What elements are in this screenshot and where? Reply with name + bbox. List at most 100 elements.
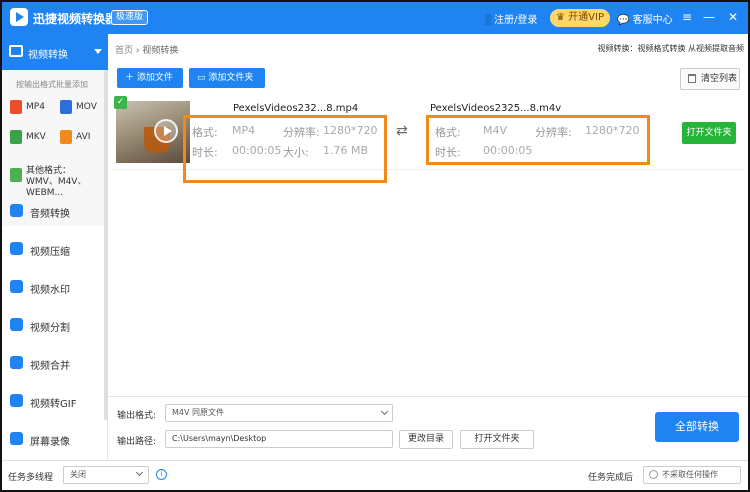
vip-button[interactable]: ♛ 开通VIP — [550, 9, 610, 27]
close-button[interactable]: ✕ — [726, 9, 740, 25]
target-info-box: 格式: M4V 分辨率: 1280*720 时长: 00:00:05 — [426, 115, 650, 165]
audio-icon — [10, 204, 23, 217]
convert-all-button[interactable]: 全部转换 — [655, 412, 739, 442]
avi-file-icon — [60, 130, 72, 144]
sidebar-item-audio-convert[interactable]: 音频转换 — [2, 196, 104, 226]
add-file-label: 添加文件 — [136, 73, 173, 83]
video-convert-icon — [9, 45, 23, 57]
plus-icon: ＋ — [125, 73, 137, 83]
format-label: AVI — [76, 132, 91, 142]
sidebar-item-label: 视频合并 — [30, 361, 70, 372]
clear-list-button[interactable]: 清空列表 — [680, 68, 740, 90]
crown-icon: ♛ — [556, 12, 569, 23]
menu-icon[interactable]: ≡ — [680, 9, 694, 25]
app-logo-icon — [10, 8, 28, 26]
chevron-down-icon — [135, 468, 144, 477]
duration-value: 00:00:05 — [232, 144, 282, 157]
after-task-select[interactable]: 不采取任何操作 — [643, 466, 741, 484]
record-icon — [10, 432, 23, 445]
open-output-folder-button[interactable]: 打开文件夹 — [460, 430, 534, 449]
sidebar-item-merge[interactable]: 视频合并 — [2, 348, 104, 378]
format-label: MKV — [26, 132, 46, 142]
output-settings: 输出格式: M4V 同原文件 输出路径: C:\Users\mayn\Deskt… — [109, 396, 748, 460]
user-icon: 👤 — [482, 15, 495, 26]
service-label: 客服中心 — [632, 15, 673, 26]
thread-value: 关闭 — [70, 470, 86, 479]
output-path-label: 输出路径: — [117, 437, 157, 447]
edition-badge: 极速版 — [111, 10, 149, 25]
output-format-value: M4V 同原文件 — [172, 408, 225, 417]
sidebar-item-label: 音频转换 — [30, 209, 70, 220]
add-folder-button[interactable]: ▭ 添加文件夹 — [189, 68, 265, 88]
mp4-file-icon — [10, 100, 22, 114]
duration-value: 00:00:05 — [483, 144, 533, 157]
mov-file-icon — [60, 100, 72, 114]
split-icon — [10, 318, 23, 331]
gif-icon — [10, 394, 23, 407]
video-thumbnail[interactable] — [116, 101, 190, 163]
breadcrumb-current: 视频转换 — [142, 46, 179, 56]
format-label: MP4 — [26, 102, 45, 112]
sidebar-scrollbar[interactable] — [104, 70, 108, 420]
sidebar-item-split[interactable]: 视频分割 — [2, 310, 104, 340]
format-value: MP4 — [232, 124, 256, 137]
login-label: 注册/登录 — [494, 15, 538, 26]
format-value: M4V — [483, 124, 508, 137]
login-link[interactable]: 👤注册/登录 — [482, 11, 537, 26]
trash-icon — [688, 74, 696, 83]
minimize-button[interactable]: — — [702, 9, 716, 25]
other-file-icon — [10, 168, 22, 182]
chevron-down-icon — [380, 407, 389, 416]
sidebar-item-record[interactable]: 屏幕录像 — [2, 424, 104, 454]
convert-arrow-icon: ⇄ — [396, 123, 408, 139]
source-info-box: 格式: MP4 分辨率: 1280*720 时长: 00:00:05 大小: 1… — [183, 115, 387, 183]
folder-icon: ▭ — [197, 73, 209, 83]
change-directory-button[interactable]: 更改目录 — [399, 430, 453, 449]
vip-label: 开通VIP — [568, 12, 604, 23]
resolution-label: 分辨率: — [283, 126, 320, 139]
sidebar-item-label: 屏幕录像 — [30, 437, 70, 448]
output-format-select[interactable]: M4V 同原文件 — [165, 404, 393, 422]
resolution-value: 1280*720 — [323, 124, 378, 137]
merge-icon — [10, 356, 23, 369]
batch-hint: 按输出格式批量添加 — [16, 80, 88, 89]
after-task-label: 任务完成后 — [588, 473, 634, 483]
thread-select[interactable]: 关闭 — [63, 466, 149, 484]
output-path-field[interactable]: C:\Users\mayn\Desktop — [165, 430, 393, 448]
format-label: MOV — [76, 102, 97, 112]
check-icon[interactable]: ✓ — [114, 96, 127, 109]
breadcrumb: 首页 › 视频转换 — [115, 43, 178, 56]
sidebar-item-video-convert[interactable]: 视频转换 — [2, 34, 108, 70]
info-icon[interactable]: i — [156, 469, 167, 480]
title-bar: 迅捷视频转换器 极速版 👤注册/登录 ♛ 开通VIP 💬 客服中心 ≡ — ✕ — [2, 2, 748, 34]
format-label: 其他格式：WMV、M4V、WEBM... — [26, 166, 87, 198]
chevron-down-icon — [94, 49, 102, 54]
resolution-value: 1280*720 — [585, 124, 640, 137]
watermark-icon — [10, 280, 23, 293]
play-icon[interactable] — [154, 119, 178, 143]
sidebar-item-label: 视频水印 — [30, 285, 70, 296]
duration-label: 时长: — [435, 146, 461, 159]
format-label: 格式: — [435, 126, 461, 139]
sidebar-item-label: 视频分割 — [30, 323, 70, 334]
sidebar-item-label: 视频转GIF — [30, 399, 77, 410]
file-row[interactable]: ✓ PexelsVideos232...8.mp4 格式: MP4 分辨率: 1… — [112, 96, 744, 183]
compress-icon — [10, 242, 23, 255]
clear-list-label: 清空列表 — [701, 74, 738, 84]
status-bar: 任务多线程 关闭 i 任务完成后 不采取任何操作 — [2, 460, 748, 490]
route-text: 视频转换：视频格式转换 从视频提取音频 — [597, 44, 744, 53]
customer-service-link[interactable]: 💬 客服中心 — [617, 11, 673, 26]
clock-icon — [649, 470, 658, 479]
output-format-label: 输出格式: — [117, 411, 157, 421]
duration-label: 时长: — [192, 146, 218, 159]
breadcrumb-home[interactable]: 首页 — [115, 46, 133, 56]
size-value: 1.76 MB — [323, 144, 369, 157]
sidebar-item-gif[interactable]: 视频转GIF — [2, 386, 104, 416]
add-file-button[interactable]: ＋ 添加文件 — [117, 68, 183, 88]
sidebar: 视频转换 按输出格式批量添加 MP4 MOV MKV AVI 其他格式：WMV、… — [2, 34, 108, 460]
open-folder-button[interactable]: 打开文件夹 — [682, 122, 736, 144]
sidebar-item-label: 视频转换 — [28, 50, 68, 61]
sidebar-item-watermark[interactable]: 视频水印 — [2, 272, 104, 302]
app-window: 迅捷视频转换器 极速版 👤注册/登录 ♛ 开通VIP 💬 客服中心 ≡ — ✕ … — [0, 0, 750, 492]
sidebar-item-compress[interactable]: 视频压缩 — [2, 234, 104, 264]
